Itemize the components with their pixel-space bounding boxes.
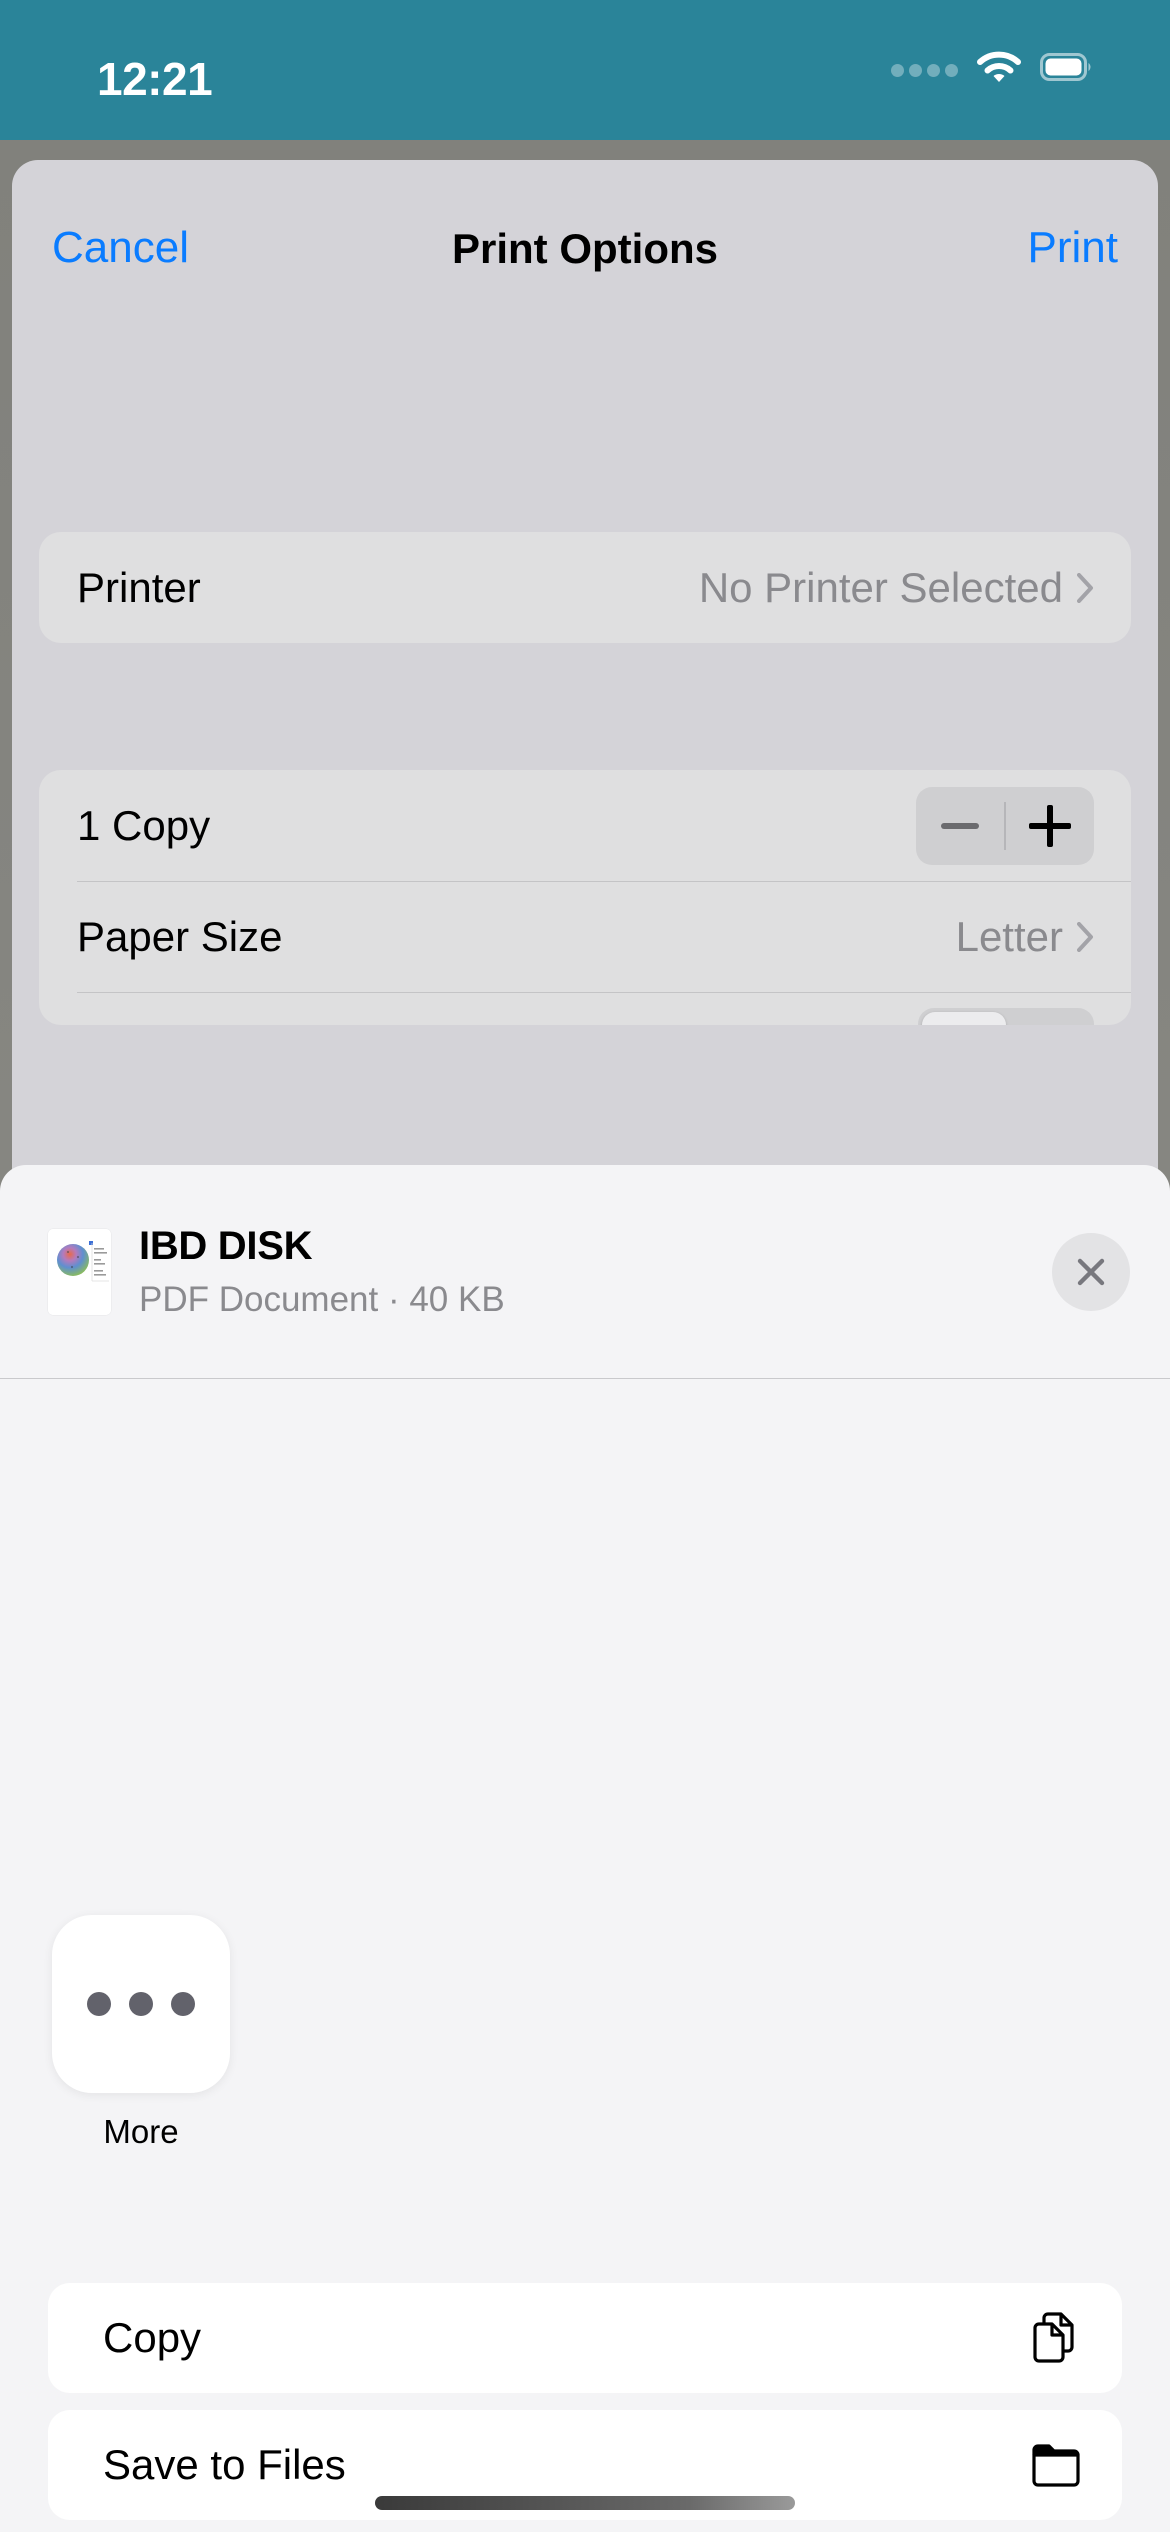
ellipsis-icon	[87, 1992, 111, 2016]
copies-row: 1 Copy	[39, 770, 1131, 881]
printer-row-value: No Printer Selected	[698, 563, 1063, 611]
printer-row[interactable]: Printer No Printer Selected	[39, 532, 1131, 643]
cellular-dots-icon	[891, 57, 958, 77]
action-label-copy: Copy	[103, 2314, 202, 2361]
page-title: Print Options	[452, 225, 718, 272]
copies-row-label: 1 Copy	[77, 801, 211, 849]
orientation-row: Orientation Portrait	[39, 992, 1131, 1025]
print-options-header: Cancel Print Options Print	[12, 160, 1158, 320]
ellipsis-icon	[129, 1992, 153, 2016]
paper-size-row-label: Paper Size	[77, 912, 283, 960]
sheet-divider	[0, 1378, 1170, 1379]
ellipsis-icon	[171, 1992, 195, 2016]
share-sheet: IBD DISK PDF Document · 40 KB More Copy …	[0, 1165, 1170, 2532]
orientation-row-value: Portrait	[769, 1024, 904, 1026]
pdf-thumbnail-chart	[48, 1228, 111, 1315]
more-shortcut-block: More	[0, 1915, 1170, 2155]
close-icon	[1077, 1258, 1105, 1285]
document-text-block: IBD DISK PDF Document · 40 KB	[139, 1224, 1052, 1320]
action-label-save-to-files: Save to Files	[103, 2441, 346, 2488]
orientation-portrait-icon	[937, 1021, 991, 1026]
minus-icon	[941, 822, 979, 829]
close-button[interactable]	[1052, 1232, 1130, 1311]
paper-size-row[interactable]: Paper Size Letter	[39, 881, 1131, 992]
chevron-right-icon	[1077, 921, 1093, 952]
more-button[interactable]	[52, 1915, 230, 2093]
print-settings-group: 1 Copy Paper Size Letter Orientation Por…	[39, 770, 1131, 1025]
action-row-copy[interactable]: Copy	[48, 2283, 1122, 2393]
decrement-copies-button[interactable]	[916, 787, 1004, 865]
more-button-label: More	[103, 2113, 179, 2150]
orientation-segmented-control[interactable]	[918, 1007, 1094, 1026]
folder-icon	[1032, 2444, 1080, 2487]
status-time: 12:21	[97, 53, 213, 105]
copies-stepper[interactable]	[916, 786, 1094, 865]
print-button[interactable]: Print	[1028, 223, 1118, 273]
paper-size-row-value: Letter	[955, 912, 1063, 960]
status-bar: 12:21	[0, 0, 1170, 140]
printer-group: Printer No Printer Selected	[39, 532, 1131, 643]
wifi-icon	[977, 51, 1021, 82]
orientation-landscape-option[interactable]	[1006, 1012, 1090, 1026]
copy-documents-icon	[1033, 2312, 1074, 2363]
chevron-right-icon	[1077, 572, 1093, 603]
plus-icon	[1029, 804, 1071, 847]
battery-full-icon	[1040, 53, 1091, 81]
home-indicator[interactable]	[375, 2496, 795, 2510]
document-info-row: IBD DISK PDF Document · 40 KB	[0, 1165, 1170, 1378]
orientation-landscape-icon	[1021, 1021, 1075, 1026]
orientation-row-label: Orientation	[77, 1024, 769, 1026]
status-icons	[891, 44, 1092, 90]
increment-copies-button[interactable]	[1006, 787, 1094, 865]
print-options-panel: Cancel Print Options Print Printer No Pr…	[12, 160, 1158, 1260]
document-subtitle: PDF Document · 40 KB	[139, 1279, 505, 1319]
orientation-portrait-option[interactable]	[922, 1011, 1006, 1026]
document-title: IBD DISK	[139, 1223, 313, 1268]
printer-row-label: Printer	[77, 563, 201, 611]
